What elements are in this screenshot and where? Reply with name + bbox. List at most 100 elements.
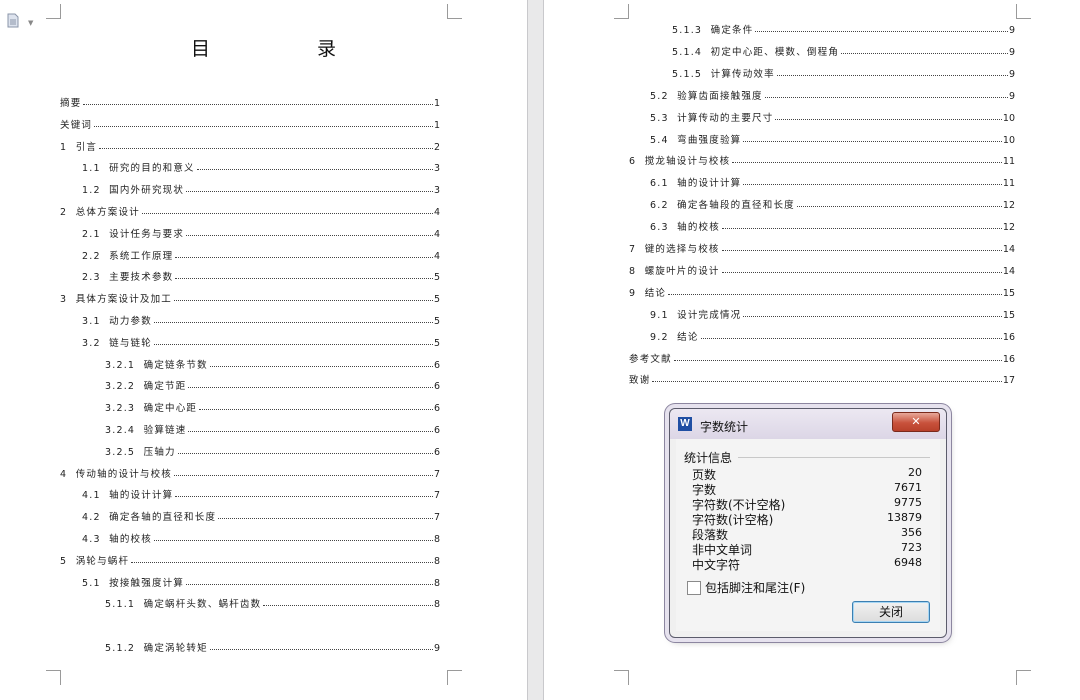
toc-entry-number: 2.3 bbox=[82, 272, 110, 284]
toc-entry-page: 4 bbox=[433, 207, 440, 218]
toc-entry[interactable]: 5.4 弯曲强度验算 10 bbox=[650, 130, 1015, 146]
dropdown-caret-icon[interactable]: ▼ bbox=[28, 19, 33, 27]
toc-entry-text: 轴的校核 bbox=[109, 534, 152, 545]
toc-entry-page: 9 bbox=[1008, 90, 1015, 102]
toc-entry[interactable]: 1 引言 2 bbox=[60, 137, 440, 153]
toc-entry[interactable]: 4.3 轴的校核 8 bbox=[82, 529, 440, 545]
toc-leader-dots bbox=[743, 184, 1002, 186]
dialog-titlebar[interactable]: W 字数统计 ✕ bbox=[670, 409, 946, 439]
toc-leader-dots bbox=[775, 118, 1002, 120]
toc-entry[interactable]: 6.1 轴的设计计算 11 bbox=[650, 173, 1015, 189]
toc-entry-page: 8 bbox=[433, 555, 440, 567]
toc-entry-text: 摘要 bbox=[60, 98, 82, 109]
toc-entry[interactable]: 5.1.5 计算传动效率 9 bbox=[672, 64, 1015, 80]
toc-leader-dots bbox=[218, 518, 433, 520]
toc-entry[interactable]: 7 键的选择与校核 14 bbox=[629, 239, 1015, 255]
toc-entry[interactable]: 摘要 1 bbox=[60, 93, 440, 109]
toc-entry[interactable]: 3.2.5 压轴力 6 bbox=[105, 442, 440, 458]
toc-entry[interactable]: 9.2 结论 16 bbox=[650, 327, 1015, 343]
toc-entry[interactable]: 致谢 17 bbox=[629, 370, 1015, 386]
toc-entry-number: 1.2 bbox=[82, 185, 110, 197]
toc-entry-page: 11 bbox=[1002, 178, 1015, 190]
toc-leader-dots bbox=[652, 381, 1002, 383]
group-divider bbox=[738, 457, 930, 458]
toc-entry[interactable]: 3.2 链与链轮 5 bbox=[82, 333, 440, 349]
toc-leader-dots bbox=[755, 31, 1008, 32]
stat-row: 字符数(计空格) 13879 bbox=[692, 511, 922, 527]
stat-value: 9775 bbox=[894, 496, 922, 509]
toc-entry-page: 11 bbox=[1002, 156, 1015, 168]
toc-entry-number: 3 bbox=[60, 294, 76, 306]
toc-entry-number: 2.1 bbox=[82, 228, 110, 240]
toc-entry[interactable]: 3.2.2 确定节距 6 bbox=[105, 376, 440, 392]
toc-leader-dots bbox=[209, 649, 433, 651]
toc-entry[interactable]: 4.2 确定各轴的直径和长度 7 bbox=[82, 507, 440, 523]
toc-entry-page: 12 bbox=[1002, 200, 1015, 212]
close-icon[interactable]: ✕ bbox=[892, 412, 940, 432]
toc-entry-number: 5.1 bbox=[82, 577, 110, 589]
toc-entry[interactable]: 3.1 动力参数 5 bbox=[82, 311, 440, 327]
toc-entry[interactable]: 5.1.3 确定条件 9 bbox=[672, 20, 1015, 36]
toc-entry[interactable]: 1.1 研究的目的和意义 3 bbox=[82, 158, 440, 174]
stat-value: 20 bbox=[908, 466, 922, 479]
toc-entry[interactable]: 关键词 1 bbox=[60, 115, 440, 131]
document-icon[interactable] bbox=[7, 13, 19, 28]
toc-entry-text: 设计完成情况 bbox=[677, 309, 742, 321]
toc-entry[interactable]: 参考文献 16 bbox=[629, 349, 1015, 365]
toc-entry[interactable]: 2.1 设计任务与要求 4 bbox=[82, 224, 440, 240]
toc-entry-page: 9 bbox=[1008, 25, 1015, 36]
toc-entry-text: 初定中心距、模数、倒程角 bbox=[710, 46, 840, 58]
toc-entry[interactable]: 3.2.1 确定链条节数 6 bbox=[105, 355, 440, 371]
toc-leader-dots bbox=[764, 96, 1008, 98]
toc-entry-number: 5.1.2 bbox=[105, 643, 144, 655]
toc-entry-page: 10 bbox=[1002, 112, 1015, 124]
toc-entry-text: 确定链条节数 bbox=[143, 359, 208, 371]
dialog-body: 统计信息 页数 20 字数 7671 字符数(不计空格) 9775 字符数(计空格) 1387… bbox=[676, 439, 940, 631]
toc-entry[interactable]: 5.1.4 初定中心距、模数、倒程角 9 bbox=[672, 42, 1015, 58]
toc-entry[interactable]: 5 涡轮与蜗杆 8 bbox=[60, 551, 440, 567]
toc-leader-dots bbox=[175, 496, 433, 498]
toc-entry[interactable]: 6.3 轴的校核 12 bbox=[650, 217, 1015, 233]
toc-entry[interactable]: 2 总体方案设计 4 bbox=[60, 202, 440, 218]
toc-entry[interactable]: 4 传动轴的设计与校核 7 bbox=[60, 464, 440, 480]
toc-entry-number: 5.1.3 bbox=[672, 25, 711, 36]
toc-entry[interactable]: 5.3 计算传动的主要尺寸 10 bbox=[650, 108, 1015, 124]
toc-entry[interactable]: 5.1.1 确定蜗杆头数、蜗杆齿数 8 bbox=[105, 594, 440, 610]
toc-entry-text: 参考文献 bbox=[629, 353, 672, 365]
toc-leader-dots bbox=[99, 147, 433, 149]
toc-entry-number: 2.2 bbox=[82, 250, 110, 262]
include-footnotes-label[interactable]: 包括脚注和尾注(F) bbox=[705, 579, 805, 596]
toc-entry[interactable]: 5.1.2 确定涡轮转矩 9 bbox=[105, 638, 440, 654]
page-gap bbox=[527, 0, 543, 700]
toc-entry[interactable]: 6 搅龙轴设计与校核 11 bbox=[629, 151, 1015, 167]
toc-entry-text: 确定节距 bbox=[143, 381, 187, 393]
toc-leader-dots bbox=[700, 337, 1002, 339]
toc-leader-dots bbox=[196, 169, 433, 171]
toc-entry-page: 5 bbox=[433, 294, 440, 306]
toc-entry[interactable]: 9 结论 15 bbox=[629, 283, 1015, 299]
toc-entry-number: 4.2 bbox=[82, 512, 110, 524]
toc-entry[interactable]: 6.2 确定各轴段的直径和长度 12 bbox=[650, 195, 1015, 211]
toc-entry[interactable]: 3 具体方案设计及加工 5 bbox=[60, 289, 440, 305]
toc-entry-number: 5.1.4 bbox=[672, 46, 711, 58]
toc-entry[interactable]: 2.3 主要技术参数 5 bbox=[82, 267, 440, 283]
toc-entry[interactable]: 1.2 国内外研究现状 3 bbox=[82, 180, 440, 196]
checkbox-icon[interactable] bbox=[687, 581, 701, 595]
toc-entry-page: 10 bbox=[1002, 134, 1015, 146]
close-button[interactable]: 关闭 bbox=[852, 601, 930, 623]
toc-leader-dots bbox=[209, 365, 433, 367]
toc-entry[interactable]: 5.2 验算齿面接触强度 9 bbox=[650, 86, 1015, 102]
toc-entry[interactable]: 9.1 设计完成情况 15 bbox=[650, 305, 1015, 321]
toc-entry[interactable]: 2.2 系统工作原理 4 bbox=[82, 246, 440, 262]
toc-entry[interactable]: 5.1 按接触强度计算 8 bbox=[82, 573, 440, 589]
toc-entry-page: 2 bbox=[433, 141, 440, 153]
toc-entry[interactable]: 3.2.3 确定中心距 6 bbox=[105, 398, 440, 414]
toc-entry-text: 涡轮与蜗杆 bbox=[75, 555, 130, 567]
toc-entry-text: 具体方案设计及加工 bbox=[75, 294, 172, 306]
page-gap-edge-left bbox=[527, 0, 528, 700]
toc-entry[interactable]: 4.1 轴的设计计算 7 bbox=[82, 485, 440, 501]
toc-entry-text: 结论 bbox=[644, 287, 667, 299]
toc-entry[interactable]: 8 螺旋叶片的设计 14 bbox=[629, 261, 1015, 277]
stat-row: 非中文单词 723 bbox=[692, 541, 922, 557]
toc-entry[interactable]: 3.2.4 验算链速 6 bbox=[105, 420, 440, 436]
